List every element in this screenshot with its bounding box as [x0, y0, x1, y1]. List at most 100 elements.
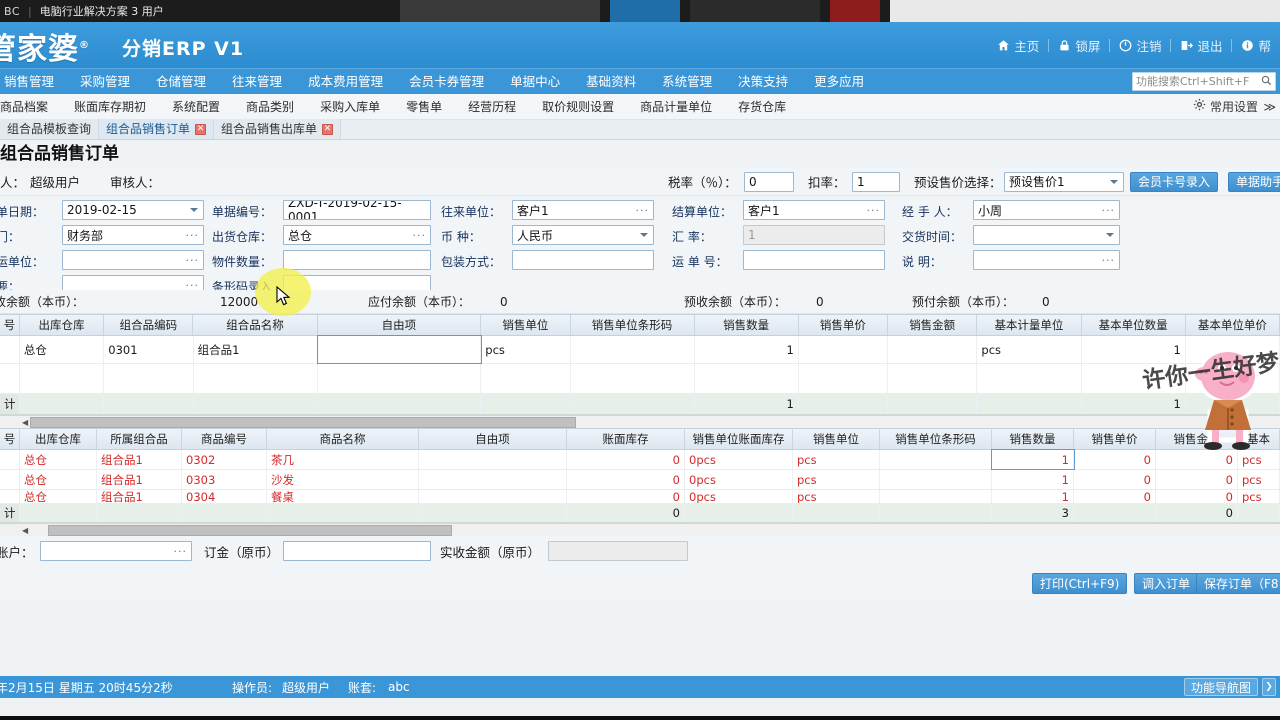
lookup-icon[interactable]: ···	[413, 229, 427, 242]
subnav-item-inventory-warehouse[interactable]: 存货仓库	[725, 94, 799, 120]
cell-product-code[interactable]: 0304	[182, 490, 267, 503]
search-input[interactable]	[1133, 74, 1261, 89]
currency-select[interactable]: 人民币	[512, 225, 654, 245]
cell-sales-unit-barcode[interactable]	[571, 336, 695, 363]
cell-sales-unit-barcode[interactable]	[571, 364, 695, 393]
department-input[interactable]: 财务部 ···	[62, 225, 204, 245]
scroll-thumb[interactable]	[48, 525, 452, 536]
lookup-icon[interactable]: ···	[1102, 204, 1116, 217]
cell-base[interactable]: pcs	[1238, 490, 1280, 503]
cell-sales-price[interactable]: 0	[1074, 450, 1156, 469]
cell-sales-unit[interactable]: pcs	[793, 490, 880, 503]
cell-product-code[interactable]: 0303	[182, 470, 267, 489]
cell-combo-name[interactable]	[194, 364, 318, 393]
tab-combo-sales-outbound[interactable]: 组合品销售出库单 ✕	[214, 119, 341, 139]
subnav-item-product-file[interactable]: 商品档案	[0, 94, 61, 120]
cell-warehouse[interactable]: 总仓	[20, 336, 104, 363]
combo-grid-hscrollbar[interactable]: ◀	[0, 415, 1280, 428]
cell-sales-price[interactable]	[799, 364, 888, 393]
nav-item-purchase[interactable]: 采购管理	[67, 69, 143, 95]
cell-sales-qty[interactable]: 1	[992, 490, 1074, 503]
header-item-home[interactable]: 主页	[988, 36, 1048, 55]
settlement-unit-input[interactable]: 客户1 ···	[743, 200, 885, 220]
cell-product-code[interactable]: 0302	[182, 450, 267, 469]
cell-sales-amount[interactable]	[888, 364, 977, 393]
tax-rate-input[interactable]: 0	[744, 172, 794, 192]
close-icon[interactable]: ✕	[195, 124, 206, 135]
cell-sales-price[interactable]: 0	[1074, 490, 1156, 503]
cell-base-price[interactable]	[1186, 336, 1280, 363]
chevron-right-icon[interactable]: ≫	[1263, 94, 1276, 120]
nav-item-cost[interactable]: 成本费用管理	[295, 69, 396, 95]
cell-sales-unit[interactable]	[481, 364, 570, 393]
cell-sales-price[interactable]	[799, 336, 888, 363]
subnav-item-product-category[interactable]: 商品类别	[233, 94, 307, 120]
cell-combo-code[interactable]	[104, 364, 193, 393]
cell-free-item[interactable]	[318, 336, 482, 363]
cell-sales-unit[interactable]: pcs	[793, 450, 880, 469]
subnav-item-pricing-rules[interactable]: 取价规则设置	[529, 94, 627, 120]
cell-warehouse[interactable]	[20, 364, 104, 393]
cell-sales-amount[interactable]: 0	[1156, 450, 1238, 469]
cell-sales-unit-barcode[interactable]	[880, 470, 992, 489]
cell-sales-amount[interactable]: 0	[1156, 470, 1238, 489]
cell-warehouse[interactable]: 总仓	[20, 470, 97, 489]
cell-sales-unit-book-stock[interactable]: 0pcs	[685, 450, 793, 469]
nav-item-warehouse[interactable]: 仓储管理	[143, 69, 219, 95]
preset-price-select[interactable]: 预设售价1	[1004, 172, 1124, 192]
cell-sales-price[interactable]: 0	[1074, 470, 1156, 489]
cell-sales-unit-barcode[interactable]	[880, 450, 992, 469]
cell-base[interactable]: pcs	[1238, 470, 1280, 489]
lookup-icon[interactable]: ···	[174, 545, 188, 558]
function-navigation-map-button[interactable]: 功能导航图	[1184, 678, 1258, 696]
subnav-item-measure-unit[interactable]: 商品计量单位	[627, 94, 725, 120]
cell-base-qty[interactable]: 1	[1082, 336, 1186, 363]
counterparty-input[interactable]: 客户1 ···	[512, 200, 654, 220]
function-search-box[interactable]	[1132, 72, 1276, 91]
tab-combo-template-query[interactable]: 组合品模板查询	[0, 119, 99, 139]
account-input[interactable]: ···	[40, 541, 192, 561]
nav-item-sales[interactable]: 销售管理	[0, 69, 67, 95]
subnav-item-opening-stock[interactable]: 账面库存期初	[61, 94, 159, 120]
table-row[interactable]: 总仓 0301 组合品1 pcs 1 pcs 1	[0, 336, 1280, 364]
cell-warehouse[interactable]: 总仓	[20, 450, 97, 469]
table-row[interactable]: 总仓 组合品1 0304 餐桌 0 0pcs pcs 1 0 0 pcs	[0, 490, 1280, 504]
cell-book-stock[interactable]: 0	[567, 490, 685, 503]
subnav-item-retail-order[interactable]: 零售单	[393, 94, 455, 120]
nav-item-decision[interactable]: 决策支持	[725, 69, 801, 95]
table-row[interactable]	[0, 364, 1280, 394]
doc-number-input[interactable]: ZXD-T-2019-02-15-0001	[283, 200, 431, 220]
remark-input[interactable]: ···	[973, 250, 1120, 270]
subnav-item-business-history[interactable]: 经营历程	[455, 94, 529, 120]
lookup-icon[interactable]: ···	[1102, 254, 1116, 267]
cell-free-item[interactable]	[419, 490, 567, 503]
cell-sales-unit-book-stock[interactable]: 0pcs	[685, 470, 793, 489]
header-item-logout[interactable]: 注销	[1110, 36, 1170, 55]
shipping-unit-input[interactable]: ···	[62, 250, 204, 270]
cell-base-qty[interactable]	[1082, 364, 1186, 393]
delivery-time-input[interactable]	[973, 225, 1120, 245]
table-row[interactable]: 总仓 组合品1 0303 沙发 0 0pcs pcs 1 0 0 pcs	[0, 470, 1280, 490]
cell-sales-unit-barcode[interactable]	[880, 490, 992, 503]
cell-product-name[interactable]: 餐桌	[267, 490, 419, 503]
cell-sales-qty[interactable]: 1	[992, 450, 1074, 469]
common-settings-button[interactable]: 常用设置	[1193, 94, 1258, 120]
deposit-input[interactable]	[283, 541, 431, 561]
close-icon[interactable]: ✕	[322, 124, 333, 135]
waybill-number-input[interactable]	[743, 250, 885, 270]
cell-base-unit[interactable]: pcs	[977, 336, 1081, 363]
cell-base[interactable]: pcs	[1238, 450, 1280, 469]
nav-item-document-center[interactable]: 单据中心	[497, 69, 573, 95]
packing-method-input[interactable]	[512, 250, 654, 270]
nav-item-more-apps[interactable]: 更多应用	[801, 69, 877, 95]
cell-combo-name[interactable]: 组合品1	[194, 336, 318, 363]
nav-item-basic-data[interactable]: 基础资料	[573, 69, 649, 95]
cell-free-item[interactable]	[419, 470, 567, 489]
save-order-button[interactable]: 保存订单（F8	[1196, 573, 1280, 594]
header-item-help[interactable]: 帮	[1232, 36, 1280, 55]
lookup-icon[interactable]: ···	[867, 204, 881, 217]
scroll-thumb[interactable]	[30, 417, 576, 428]
header-item-lock[interactable]: 锁屏	[1049, 36, 1109, 55]
cell-parent-combo[interactable]: 组合品1	[97, 490, 182, 503]
scroll-track[interactable]	[30, 417, 1270, 428]
